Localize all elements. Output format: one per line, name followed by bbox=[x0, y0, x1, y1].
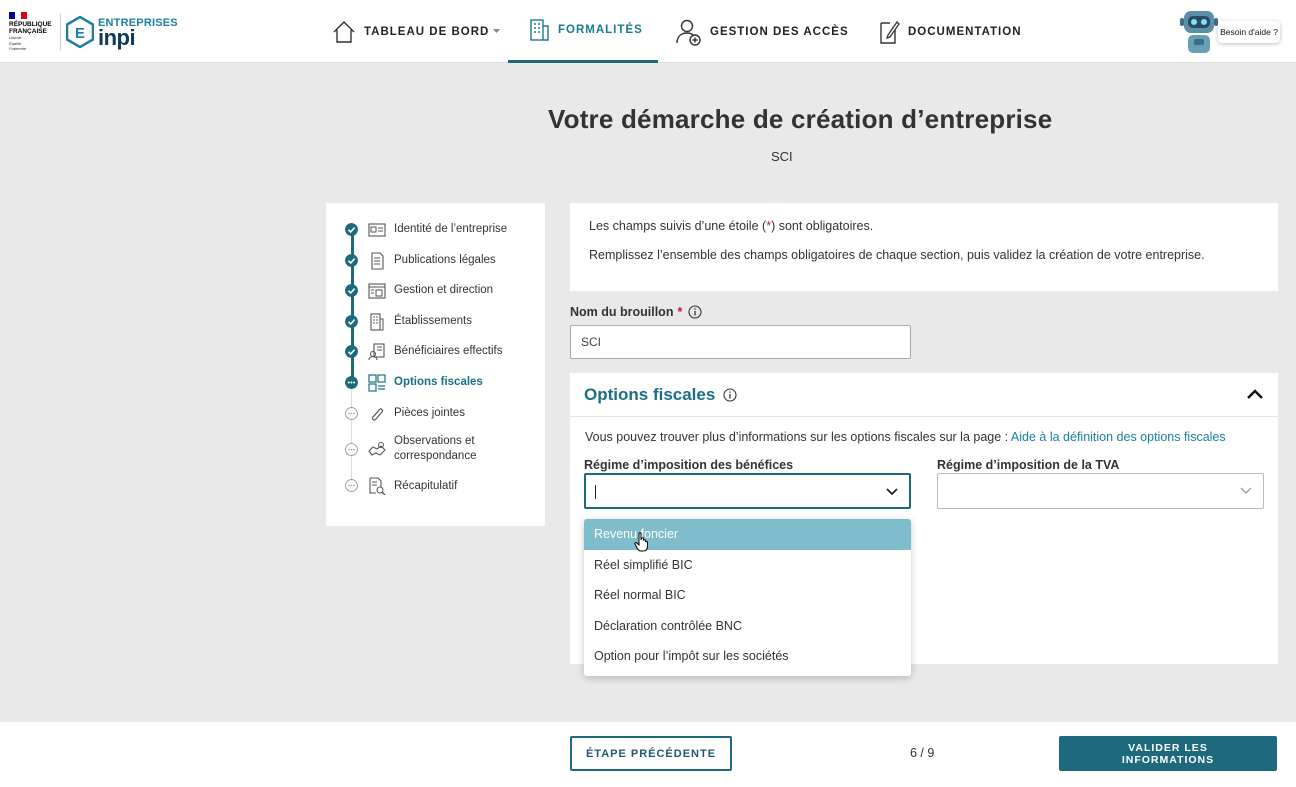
notice-line-1: Les champs suivis d’une étoile (*) sont … bbox=[589, 219, 874, 233]
page-title: Votre démarche de création d’entreprise bbox=[548, 104, 1053, 134]
check-icon bbox=[345, 345, 358, 358]
gov-motto-3: Fraternité bbox=[9, 46, 27, 51]
profit-regime-select[interactable] bbox=[584, 473, 911, 509]
nav-label: FORMALITÉS bbox=[558, 24, 643, 36]
step-label: Bénéficiaires effectifs bbox=[394, 345, 503, 357]
required-star: * bbox=[677, 305, 683, 319]
page-subtitle: SCI bbox=[771, 149, 793, 164]
help-chatbot[interactable]: Besoin d'aide ? bbox=[1178, 8, 1286, 58]
steps-sidebar: Identité de l’entreprise Publications lé… bbox=[326, 203, 545, 526]
nav-tableau-de-bord[interactable]: TABLEAU DE BORD bbox=[332, 0, 501, 63]
option-reel-normal-bic[interactable]: Réel normal BIC bbox=[584, 580, 911, 611]
notice-line-2: Remplissez l’ensemble des champs obligat… bbox=[589, 248, 1205, 262]
nav-label: TABLEAU DE BORD bbox=[364, 25, 490, 38]
building-icon bbox=[370, 313, 384, 331]
in-progress-icon bbox=[345, 376, 358, 389]
chevron-down-icon bbox=[886, 488, 898, 496]
step-label: Identité de l’entreprise bbox=[394, 223, 508, 235]
check-icon bbox=[345, 284, 358, 297]
nav-label: GESTION DES ACCÈS bbox=[710, 25, 849, 38]
step-label: Publications légales bbox=[394, 254, 496, 266]
step-label: Récapitulatif bbox=[394, 480, 458, 492]
nav-label: DOCUMENTATION bbox=[908, 25, 1022, 38]
robot-icon bbox=[1180, 11, 1218, 53]
user-add-icon bbox=[676, 19, 701, 46]
step-label: Établissements bbox=[394, 315, 472, 327]
french-flag-icon bbox=[9, 12, 27, 19]
home-icon bbox=[333, 20, 355, 43]
help-bubble[interactable]: Besoin d'aide ? bbox=[1218, 21, 1280, 43]
document-building-icon bbox=[530, 19, 549, 41]
step-label: Options fiscales bbox=[394, 376, 483, 388]
draft-name-input[interactable]: SCI bbox=[570, 325, 911, 359]
step-label: Pièces jointes bbox=[394, 407, 465, 419]
gov-brand-line-2: FRANÇAISE bbox=[9, 28, 47, 35]
draft-name-label: Nom du brouillon * bbox=[570, 305, 702, 319]
header-divider bbox=[60, 14, 61, 50]
step-label: Gestion et direction bbox=[394, 284, 494, 296]
info-icon[interactable] bbox=[723, 388, 737, 402]
handshake-icon bbox=[368, 442, 386, 456]
document-edit-icon bbox=[880, 20, 900, 44]
fiscal-options-header[interactable]: Options fiscales bbox=[570, 373, 1278, 417]
paperclip-icon bbox=[371, 408, 384, 421]
nav-gestion-des-acces[interactable]: GESTION DES ACCÈS bbox=[676, 0, 849, 63]
inpi-hexagon-icon: E bbox=[66, 16, 94, 48]
chevron-down-icon bbox=[493, 29, 501, 33]
chevron-down-icon bbox=[1240, 487, 1252, 494]
fiscal-help-link[interactable]: Aide à la définition des options fiscale… bbox=[1011, 430, 1226, 444]
check-icon bbox=[345, 254, 358, 267]
pending-icon bbox=[345, 443, 358, 456]
fiscal-info-text: Vous pouvez trouver plus d’informations … bbox=[585, 430, 1226, 444]
newspaper-icon bbox=[371, 252, 384, 270]
validate-button[interactable]: VALIDER LES INFORMATIONS bbox=[1059, 736, 1277, 771]
org-chart-icon bbox=[368, 283, 386, 299]
remaining-line bbox=[351, 389, 352, 485]
id-card-icon bbox=[368, 223, 386, 237]
info-icon[interactable] bbox=[688, 305, 702, 319]
required-fields-notice: Les champs suivis d’une étoile (*) sont … bbox=[570, 203, 1278, 291]
progress-line bbox=[351, 229, 354, 382]
option-declaration-controlee-bnc[interactable]: Déclaration contrôlée BNC bbox=[584, 611, 911, 642]
republique-francaise-logo[interactable]: RÉPUBLIQUE FRANÇAISE Liberté Égalité Fra… bbox=[9, 12, 57, 52]
option-impot-societes[interactable]: Option pour l’impôt sur les sociétés bbox=[584, 641, 911, 672]
grid-icon bbox=[368, 374, 386, 392]
inpi-entreprises-logo[interactable]: E ENTREPRISES inpi bbox=[66, 16, 178, 50]
fiscal-options-title: Options fiscales bbox=[584, 385, 737, 405]
vat-regime-select[interactable] bbox=[937, 473, 1264, 509]
beneficiary-icon bbox=[368, 343, 385, 361]
check-icon bbox=[345, 315, 358, 328]
nav-formalites[interactable]: FORMALITÉS bbox=[508, 0, 658, 63]
option-reel-simplifie-bic[interactable]: Réel simplifié BIC bbox=[584, 550, 911, 581]
vat-regime-label: Régime d’imposition de la TVA bbox=[937, 458, 1120, 472]
pending-icon bbox=[345, 479, 358, 492]
document-search-icon bbox=[369, 477, 386, 495]
logo-inpi-text: inpi bbox=[98, 25, 136, 50]
check-icon bbox=[345, 223, 358, 236]
previous-step-button[interactable]: ÉTAPE PRÉCÉDENTE bbox=[570, 736, 732, 771]
profit-regime-label: Régime d’imposition des bénéfices bbox=[584, 458, 794, 472]
nav-documentation[interactable]: DOCUMENTATION bbox=[878, 0, 1022, 63]
collapse-chevron-icon[interactable] bbox=[1246, 387, 1264, 401]
svg-text:E: E bbox=[75, 25, 85, 42]
gov-motto-1: Liberté bbox=[9, 35, 22, 40]
pending-icon bbox=[345, 407, 358, 420]
text-cursor bbox=[595, 485, 596, 499]
step-label: Observations et correspondance bbox=[394, 435, 477, 462]
top-header: RÉPUBLIQUE FRANÇAISE Liberté Égalité Fra… bbox=[0, 0, 1296, 63]
step-indicator: 6 / 9 bbox=[910, 746, 935, 760]
hand-pointer-cursor-icon bbox=[634, 532, 648, 552]
gov-brand-line-1: RÉPUBLIQUE bbox=[9, 21, 52, 28]
